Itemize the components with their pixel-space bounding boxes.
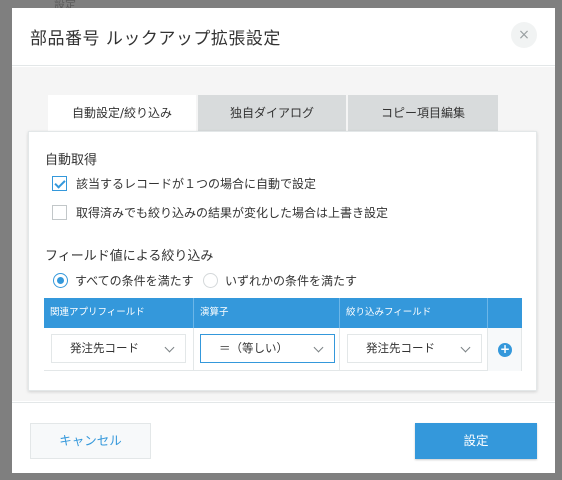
related-field-value: 発注先コード (70, 341, 139, 355)
filter-field-select[interactable]: 発注先コード (347, 334, 482, 363)
column-header-operator: 演算子 (194, 298, 340, 328)
dialog-footer: キャンセル 設定 (12, 402, 555, 473)
chevron-down-icon (313, 342, 324, 353)
match-all-label: すべての条件を満たす (75, 274, 194, 288)
column-header-related-field: 関連アプリフィールド (44, 298, 194, 328)
chevron-down-icon (164, 342, 175, 353)
filter-table: 関連アプリフィールド 演算子 絞り込みフィールド 発注先コード ＝（等しい） 発… (44, 298, 522, 371)
operator-value: ＝（等しい） (219, 341, 288, 355)
dialog-header: 部品番号 ルックアップ拡張設定 × (12, 8, 555, 66)
auto-set-label: 該当するレコードが１つの場合に自動で設定 (76, 177, 317, 191)
dialog-body: 自動設定/絞り込み 独自ダイアログ コピー項目編集 自動取得 該当するレコードが… (12, 67, 555, 401)
tab-auto-settings[interactable]: 自動設定/絞り込み (48, 95, 196, 132)
column-header-actions (488, 298, 522, 328)
tab-copy-fields[interactable]: コピー項目編集 (348, 95, 498, 131)
filter-title: フィールド値による絞り込み (45, 249, 214, 264)
match-any-option[interactable]: いずれかの条件を満たす (203, 272, 357, 289)
auto-set-checkbox[interactable] (52, 176, 67, 191)
tab-custom-dialog[interactable]: 独自ダイアログ (198, 95, 346, 131)
close-icon[interactable]: × (511, 22, 537, 48)
cancel-button[interactable]: キャンセル (30, 423, 151, 459)
match-any-label: いずれかの条件を満たす (225, 274, 358, 288)
lookup-settings-dialog: 部品番号 ルックアップ拡張設定 × 自動設定/絞り込み 独自ダイアログ コピー項… (12, 8, 555, 473)
table-row: 発注先コード ＝（等しい） 発注先コード + (44, 328, 522, 371)
dialog-title: 部品番号 ルックアップ拡張設定 (30, 29, 281, 49)
related-field-cell: 発注先コード (44, 328, 194, 371)
add-row-icon[interactable]: + (498, 343, 512, 357)
overwrite-checkbox[interactable] (52, 205, 67, 220)
auto-set-option[interactable]: 該当するレコードが１つの場合に自動で設定 (52, 175, 316, 192)
match-all-option[interactable]: すべての条件を満たす (53, 272, 194, 289)
filter-field-cell: 発注先コード (340, 328, 488, 371)
filter-table-header: 関連アプリフィールド 演算子 絞り込みフィールド (44, 298, 522, 328)
save-button[interactable]: 設定 (415, 423, 537, 459)
overwrite-option[interactable]: 取得済みでも絞り込みの結果が変化した場合は上書き設定 (52, 204, 388, 221)
operator-cell: ＝（等しい） (194, 328, 340, 371)
overwrite-label: 取得済みでも絞り込みの結果が変化した場合は上書き設定 (76, 206, 389, 220)
operator-select[interactable]: ＝（等しい） (200, 334, 335, 363)
match-any-radio[interactable] (203, 273, 218, 288)
row-actions-cell: + (488, 328, 522, 371)
chevron-down-icon (460, 342, 471, 353)
tab-panel: 自動取得 該当するレコードが１つの場合に自動で設定 取得済みでも絞り込みの結果が… (28, 131, 537, 391)
column-header-filter-field: 絞り込みフィールド (340, 298, 488, 328)
auto-fetch-title: 自動取得 (45, 153, 98, 168)
filter-field-value: 発注先コード (366, 341, 435, 355)
related-field-select[interactable]: 発注先コード (51, 334, 186, 363)
match-all-radio[interactable] (53, 273, 68, 288)
